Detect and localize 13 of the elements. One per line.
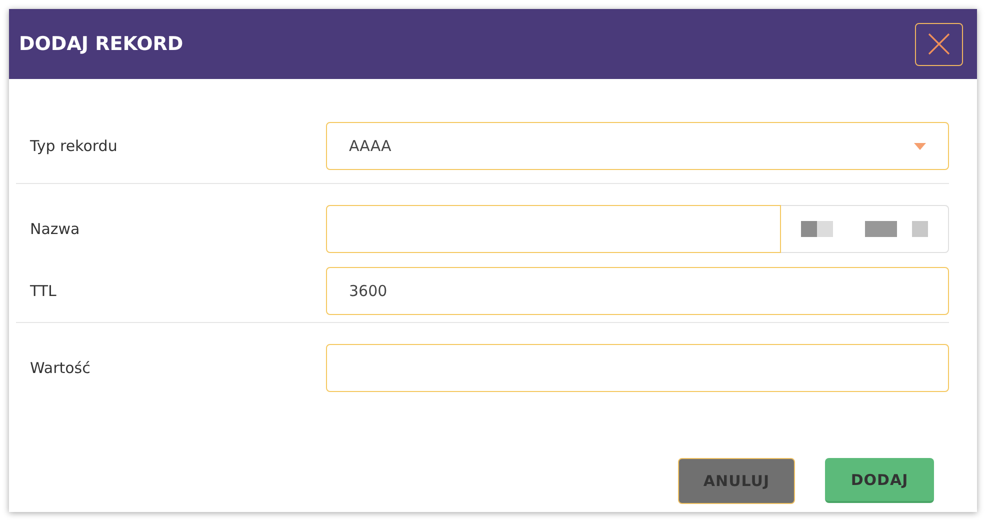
field-label: TTL xyxy=(30,282,58,300)
close-icon xyxy=(927,32,951,56)
add-button[interactable]: DODAJ xyxy=(825,458,934,503)
text-input[interactable] xyxy=(326,344,949,392)
text-input[interactable]: 3600 xyxy=(326,267,949,315)
record-type-select[interactable]: AAAA xyxy=(326,122,949,170)
field-label: Typ rekordu xyxy=(30,137,118,155)
close-button[interactable] xyxy=(915,22,963,66)
field-label: Wartość xyxy=(30,359,92,377)
dialog-title: DODAJ REKORD xyxy=(19,33,184,55)
caret-icon xyxy=(914,142,926,150)
field-label: Nazwa xyxy=(30,220,81,238)
name-input[interactable] xyxy=(326,205,781,253)
